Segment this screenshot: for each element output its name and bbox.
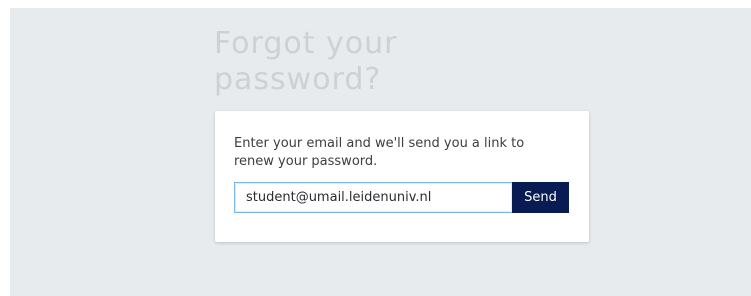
email-field[interactable] [234, 182, 512, 213]
page-title: Forgot your password? [214, 26, 398, 97]
send-button[interactable]: Send [512, 182, 569, 213]
reset-password-card: Enter your email and we'll send you a li… [215, 111, 589, 242]
instructions-text: Enter your email and we'll send you a li… [234, 136, 525, 169]
